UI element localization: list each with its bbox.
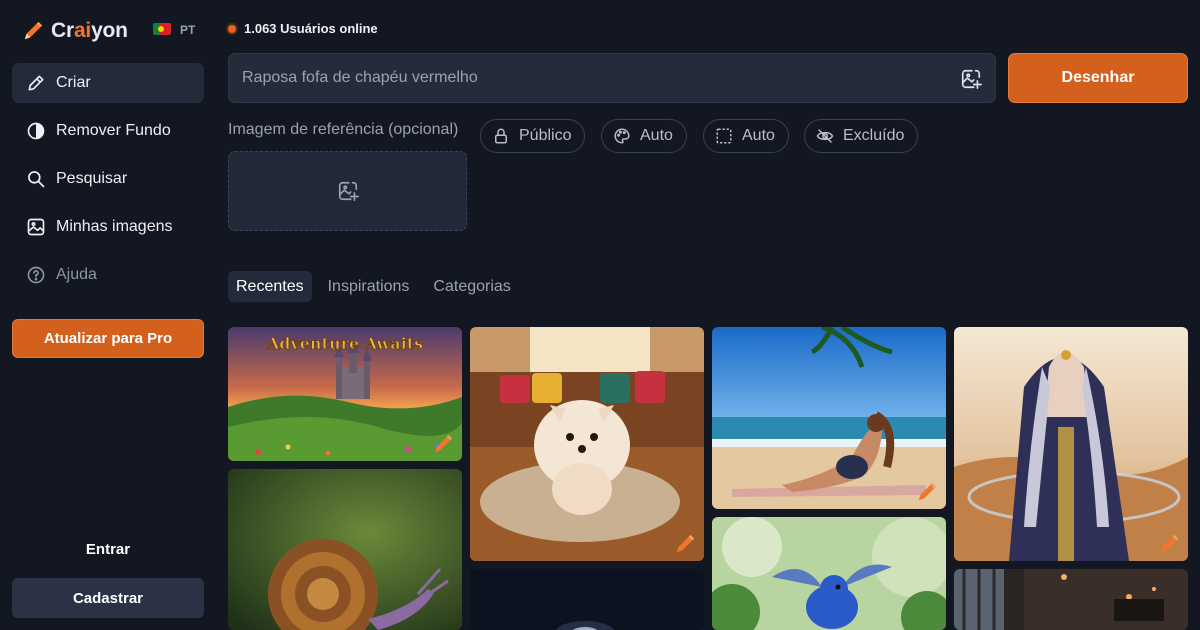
help-icon [26,265,46,285]
sidebar-nav: Criar Remover Fundo Pesquisar Minhas ima… [12,63,204,303]
sidebar-item-criar[interactable]: Criar [12,63,204,103]
gallery-image-dark-interior[interactable] [954,569,1188,630]
sidebar-item-label: Criar [56,74,91,91]
add-image-icon[interactable] [960,68,982,90]
sidebar-item-minhas-imagens[interactable]: Minhas imagens [12,207,204,247]
chip-label: Auto [742,127,775,144]
portugal-flag-icon[interactable] [153,23,171,35]
reference-image-dropzone[interactable] [228,151,467,231]
dark-interior-image [954,569,1188,630]
pencil-icon [26,73,46,93]
castle-landscape-image: Adventure Awaits [228,327,462,461]
contrast-icon [26,121,46,141]
image-icon [26,217,46,237]
draw-button[interactable]: Desenhar [1008,53,1188,103]
sidebar-item-label: Remover Fundo [56,122,171,139]
add-image-icon [338,181,359,201]
visibility-chip[interactable]: Público [480,119,586,153]
sidebar: Craiyon PT Criar Remover Fundo Pesquisar [0,0,216,630]
palette-icon [613,127,631,145]
gallery-image-pomeranian-dog[interactable] [470,327,704,561]
image-caption-text: Adventure Awaits [266,334,423,353]
hooded-anime-girl-desert-image [954,327,1188,561]
sidebar-item-remover-fundo[interactable]: Remover Fundo [12,111,204,151]
excluded-chip[interactable]: Excluído [804,119,919,153]
pomeranian-dog-image [470,327,704,561]
logo[interactable]: Craiyon [22,18,128,44]
tab-inspirations[interactable]: Inspirations [320,271,418,302]
online-users-text: 1.063 Usuários online [244,21,378,36]
edit-pencil-icon[interactable] [432,433,454,455]
brand-name: Craiyon [51,19,128,42]
gallery-image-dark-space[interactable] [470,569,704,630]
sidebar-item-label: Ajuda [56,266,97,283]
prompt-bar [228,53,996,103]
online-dot-icon [228,24,236,33]
chip-label: Excluído [843,127,905,144]
tab-recentes[interactable]: Recentes [228,271,312,302]
aspect-ratio-chip[interactable]: Auto [703,119,789,153]
gallery-tabs: Recentes Inspirations Categorias [228,271,527,302]
eye-off-icon [816,127,834,145]
prompt-input[interactable] [242,69,932,87]
gallery-image-hooded-anime-girl-desert[interactable] [954,327,1188,561]
online-users-status: 1.063 Usuários online [228,21,378,36]
lock-icon [492,127,510,145]
snail-image [228,469,462,630]
sidebar-item-label: Minhas imagens [56,218,173,235]
gallery-image-bluebird[interactable] [712,517,946,630]
sidebar-item-ajuda[interactable]: Ajuda [12,255,204,295]
reference-image-label: Imagem de referência (opcional) [228,121,459,138]
sidebar-item-pesquisar[interactable]: Pesquisar [12,159,204,199]
edit-pencil-icon[interactable] [1158,533,1180,555]
edit-pencil-icon[interactable] [916,481,938,503]
search-icon [26,169,46,189]
chip-label: Público [519,127,572,144]
tab-categorias[interactable]: Categorias [425,271,518,302]
pencil-logo-icon [24,21,43,40]
signup-button[interactable]: Cadastrar [12,578,204,618]
aspect-ratio-icon [715,127,733,145]
bluebird-image [712,517,946,630]
language-code[interactable]: PT [180,23,195,37]
gallery-image-castle-landscape[interactable]: Adventure Awaits [228,327,462,461]
edit-pencil-icon[interactable] [674,533,696,555]
gallery-image-snail[interactable] [228,469,462,630]
upgrade-button[interactable]: Atualizar para Pro [12,319,204,358]
login-button[interactable]: Entrar [12,536,204,562]
sidebar-item-label: Pesquisar [56,170,128,187]
dark-space-image [470,569,704,630]
style-chip[interactable]: Auto [601,119,687,153]
woman-beach-image [712,327,946,509]
gallery-image-woman-beach[interactable] [712,327,946,509]
chip-label: Auto [640,127,673,144]
